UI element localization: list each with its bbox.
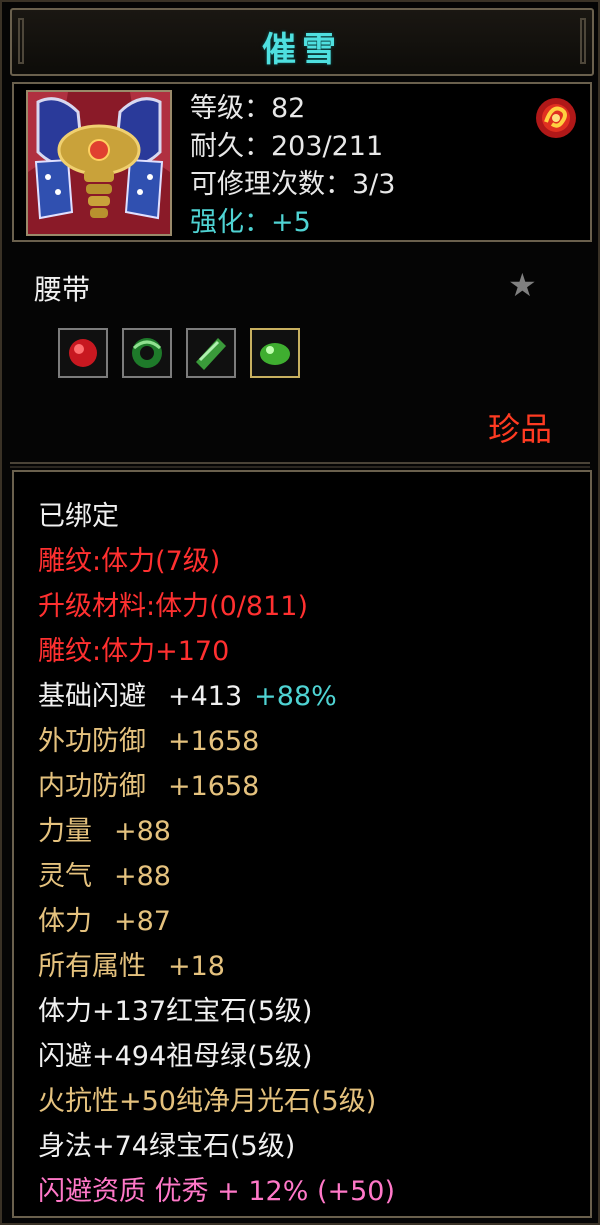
level-line: 等级：82: [190, 93, 306, 124]
enhance-line: 强化：+5: [190, 207, 311, 238]
attribute-text: 身法+74绿宝石(5级): [38, 1131, 296, 1162]
attribute-text: 外功防御: [38, 726, 146, 757]
star-icon[interactable]: ★: [508, 266, 537, 304]
attribute-row: 内功防御 +1658: [38, 764, 395, 809]
attribute-text: 雕纹:体力+170: [38, 636, 230, 667]
attribute-text: 体力+137红宝石(5级): [38, 996, 313, 1027]
attribute-value: +88: [114, 816, 171, 847]
attribute-text: 内功防御: [38, 771, 146, 802]
item-tooltip: 催雪 等级：82 耐久：203/211 可修理次数：3/3 强化：+5 腰带 ★…: [0, 0, 600, 1225]
attribute-value: +1658: [168, 726, 260, 757]
attribute-row: 雕纹:体力+170: [38, 629, 395, 674]
emerald-ring-gem-icon[interactable]: [122, 328, 172, 378]
attribute-text: 力量: [38, 816, 92, 847]
attribute-text: 闪避资质 优秀 + 12% (+50): [38, 1176, 396, 1207]
attributes-panel: 已绑定雕纹:体力(7级) 升级材料:体力(0/811) 雕纹:体力+170 基础闪避 +…: [12, 470, 592, 1218]
fire-element-icon: [532, 94, 580, 142]
quality-label: 珍品: [487, 410, 552, 448]
attribute-row: 基础闪避 +413 +88%: [38, 674, 395, 719]
section-divider: [10, 462, 590, 468]
attribute-row: 闪避+494祖母绿(5级): [38, 1034, 395, 1079]
attribute-row: 身法+74绿宝石(5级): [38, 1124, 395, 1169]
attribute-value: +87: [114, 906, 171, 937]
attribute-row: 力量 +88: [38, 809, 395, 854]
attribute-value: +1658: [168, 771, 260, 802]
item-name: 催雪: [262, 30, 342, 70]
attribute-row: 体力 +87: [38, 899, 395, 944]
attribute-row: 灵气 +88: [38, 854, 395, 899]
attribute-row: 外功防御 +1658: [38, 719, 395, 764]
attribute-row: 火抗性+50纯净月光石(5级): [38, 1079, 395, 1124]
moonstone-gem-icon[interactable]: [186, 328, 236, 378]
attribute-text: 雕纹:体力(7级): [38, 546, 221, 577]
attribute-text: 基础闪避: [38, 681, 146, 712]
attribute-value: +18: [168, 951, 225, 982]
durability-line: 耐久：203/211: [190, 131, 384, 162]
attribute-row: 雕纹:体力(7级): [38, 539, 395, 584]
attribute-text: 火抗性+50纯净月光石(5级): [38, 1086, 377, 1117]
attribute-bonus: +88%: [254, 681, 337, 712]
item-type: 腰带: [34, 273, 91, 306]
item-header: 等级：82 耐久：203/211 可修理次数：3/3 强化：+5: [12, 82, 592, 242]
attribute-text: 升级材料:体力(0/811): [38, 591, 308, 622]
attribute-text: 已绑定: [38, 501, 119, 532]
attribute-text: 所有属性: [38, 951, 146, 982]
green-gem-icon[interactable]: [250, 328, 300, 378]
attribute-text: 灵气: [38, 861, 92, 892]
attribute-row: 升级材料:体力(0/811): [38, 584, 395, 629]
attribute-text: 体力: [38, 906, 92, 937]
attribute-row: 已绑定: [38, 494, 395, 539]
title-bar: 催雪: [10, 8, 594, 76]
attribute-list: 已绑定雕纹:体力(7级) 升级材料:体力(0/811) 雕纹:体力+170 基础闪避 +…: [38, 494, 395, 1214]
attribute-text: 闪避+494祖母绿(5级): [38, 1041, 313, 1072]
belt-item-icon: [26, 90, 172, 236]
repair-count-line: 可修理次数：3/3: [190, 169, 396, 200]
attribute-row: 体力+137红宝石(5级): [38, 989, 395, 1034]
attribute-row: 闪避资质 优秀 + 12% (+50): [38, 1169, 395, 1214]
attribute-value: +413: [168, 681, 243, 712]
attribute-value: +88: [114, 861, 171, 892]
ruby-gem-icon[interactable]: [58, 328, 108, 378]
item-stats: 等级：82 耐久：203/211 可修理次数：3/3 强化：+5: [190, 90, 395, 242]
attribute-row: 所有属性 +18: [38, 944, 395, 989]
gem-slots: [58, 328, 300, 378]
